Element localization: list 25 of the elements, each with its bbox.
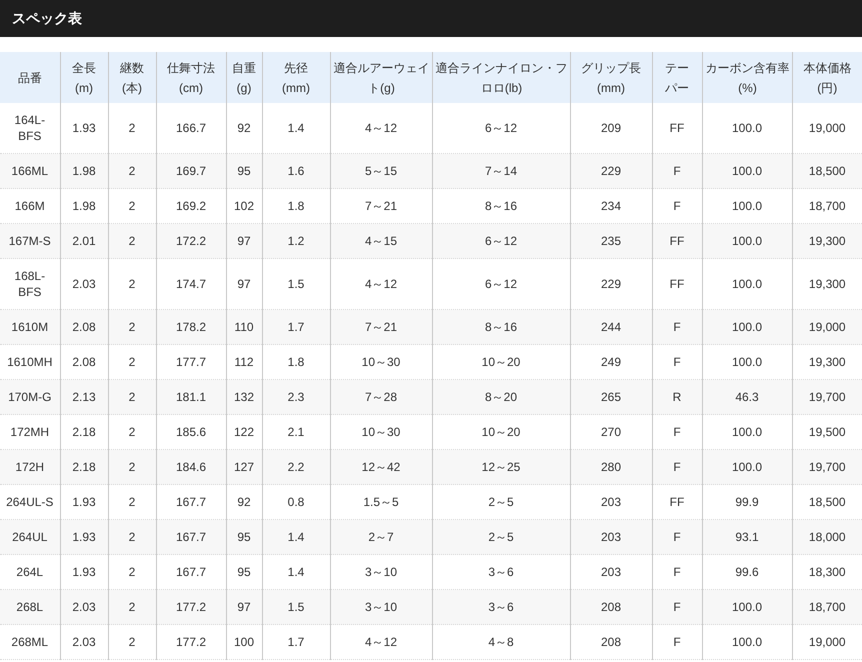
table-cell: 268ML (0, 624, 60, 660)
column-header: 継数(本) (108, 52, 156, 103)
table-cell: 2 (108, 624, 156, 660)
table-cell: 1.7 (262, 624, 330, 660)
column-header: グリップ長(mm) (570, 52, 652, 103)
column-header: 全長(m) (60, 52, 108, 103)
column-header: 適合ラインナイロン・フロロ(lb) (432, 52, 570, 103)
column-header: 品番 (0, 52, 60, 103)
column-header: 本体価格(円) (792, 52, 862, 103)
page-title: スペック表 (12, 9, 82, 28)
table-cell: 208 (570, 624, 652, 660)
column-header: 先径(mm) (262, 52, 330, 103)
table-cell: 2.03 (60, 624, 108, 660)
table-cell: 177.2 (156, 624, 226, 660)
column-header: テーパー (652, 52, 702, 103)
column-header: 適合ルアーウェイト(g) (330, 52, 432, 103)
table-cell: 4～8 (432, 624, 570, 660)
column-header: 仕舞寸法(cm) (156, 52, 226, 103)
table-cell: 100.0 (702, 624, 792, 660)
table-cell: 100 (226, 624, 262, 660)
column-header: カーボン含有率(%) (702, 52, 792, 103)
table-cell: 4～12 (330, 624, 432, 660)
column-header: 自重(g) (226, 52, 262, 103)
table-cell: F (652, 624, 702, 660)
table-cell: 19,000 (792, 624, 862, 660)
